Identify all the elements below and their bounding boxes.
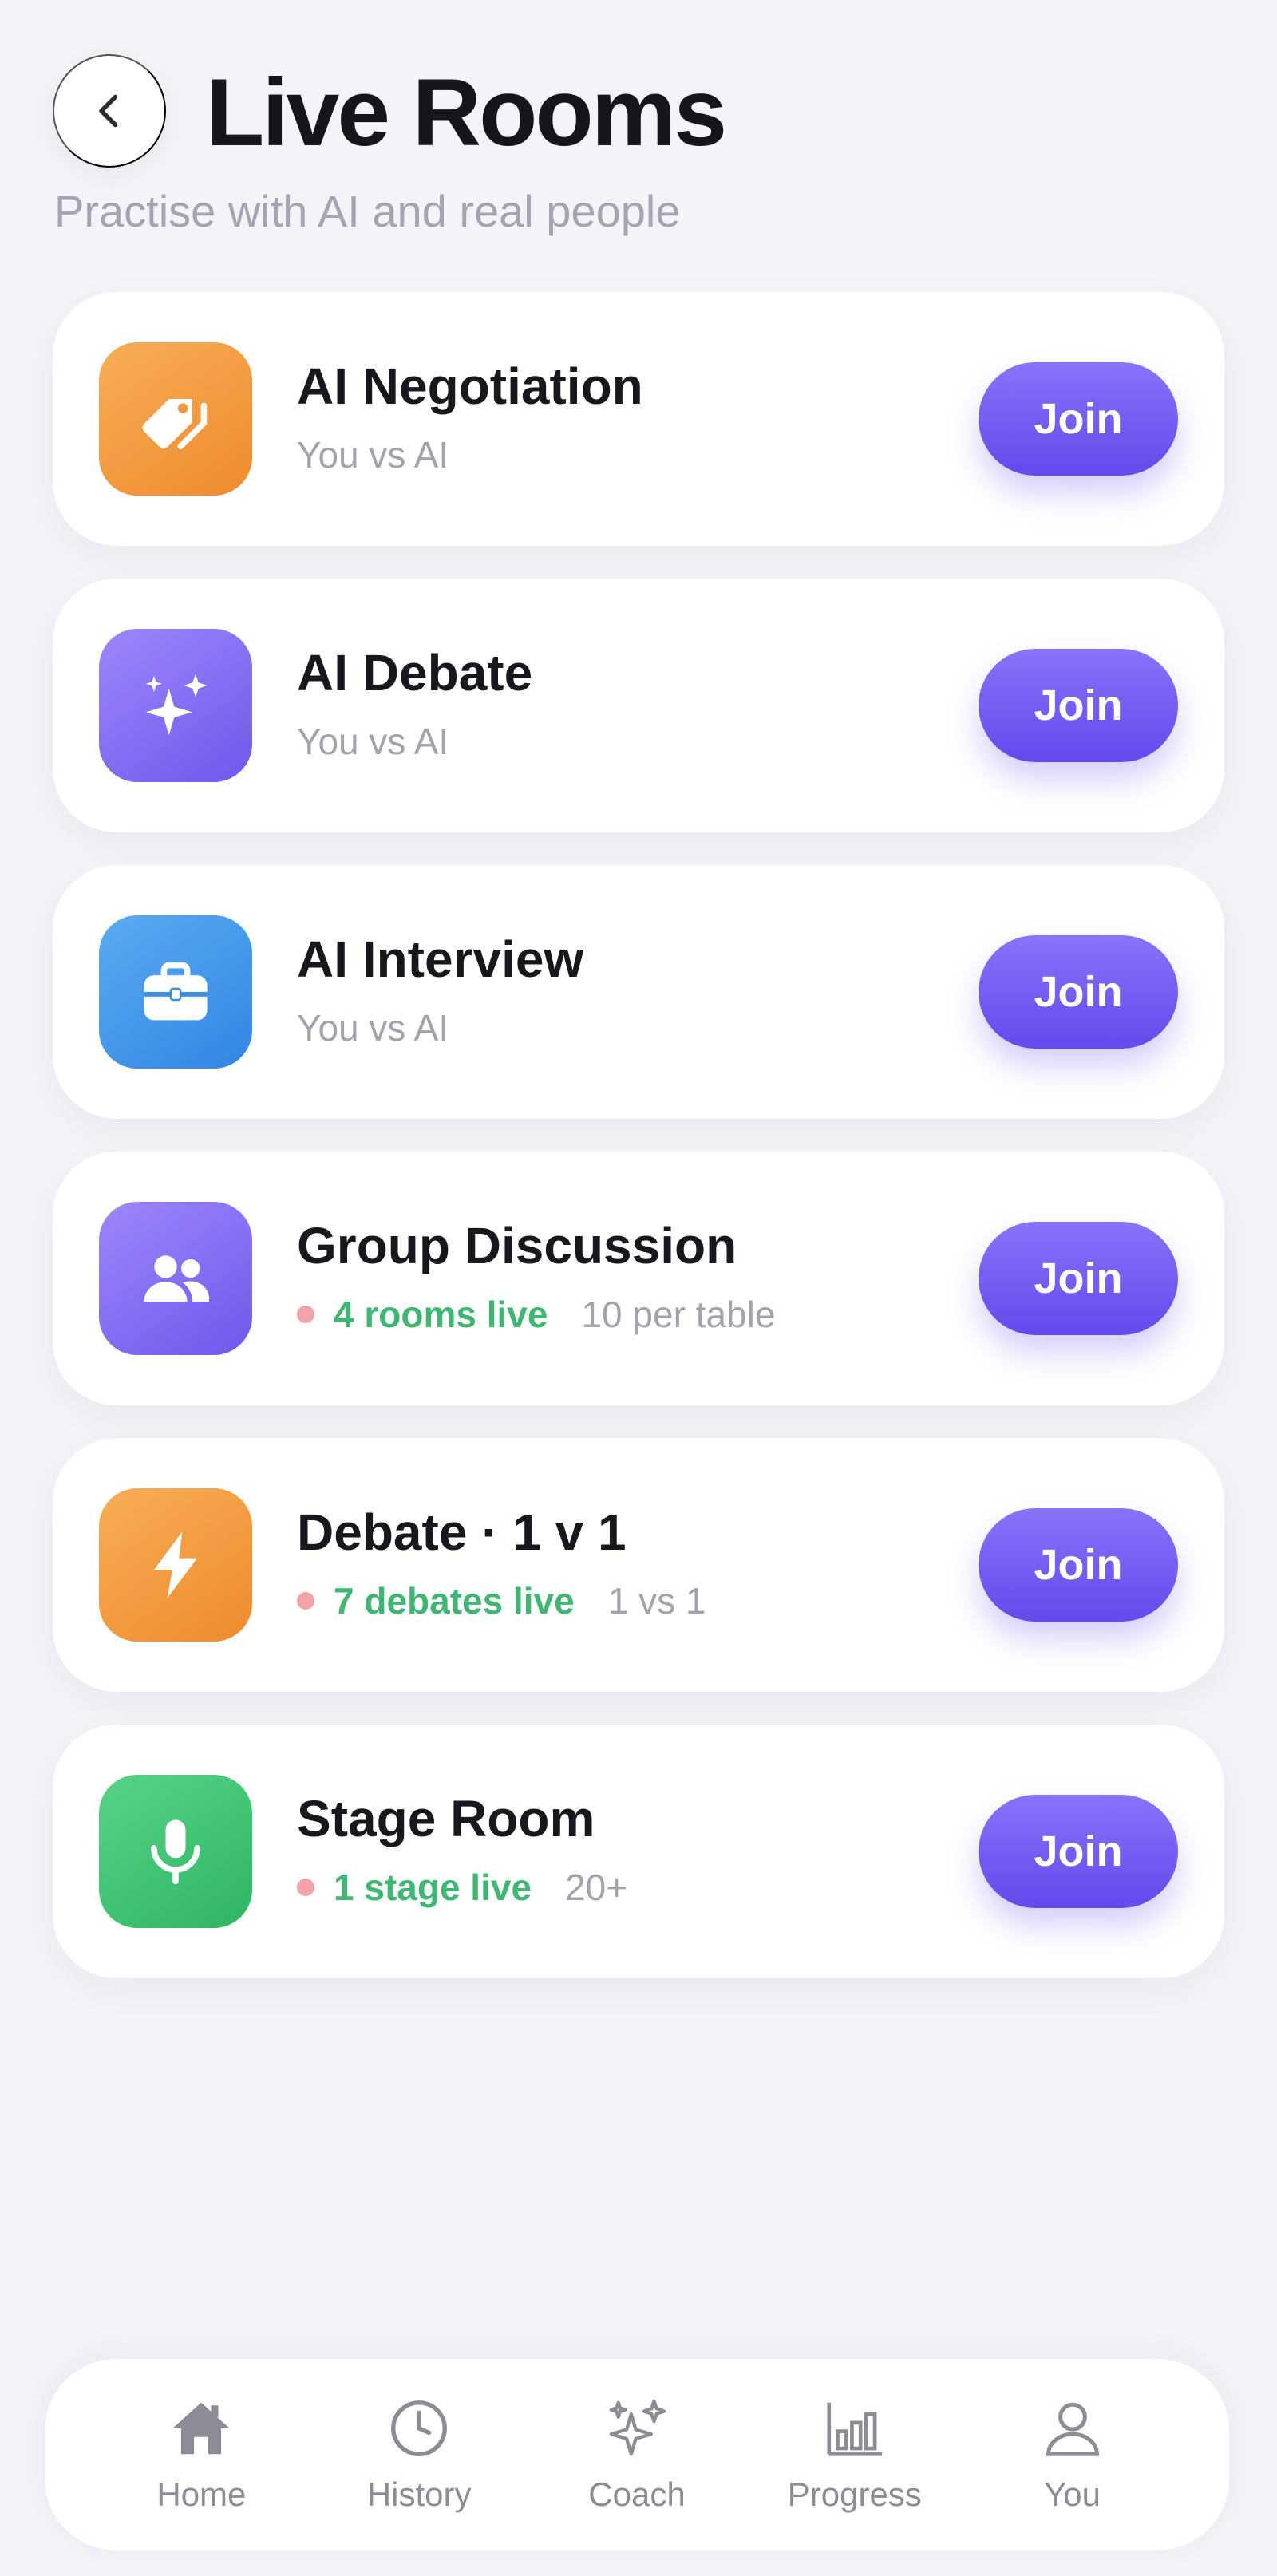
briefcase-icon	[144, 962, 208, 1021]
clock-icon	[391, 2400, 448, 2456]
join-button-group-discussion[interactable]: Join	[979, 1222, 1178, 1335]
room-icon-badge	[99, 1775, 252, 1928]
room-name: Debate · 1 v 1	[297, 1503, 627, 1561]
chevron-left-icon	[99, 94, 118, 128]
room-name: Group Discussion	[297, 1217, 737, 1274]
join-button-debate-1v1[interactable]: Join	[979, 1508, 1178, 1622]
lightning-icon	[153, 1531, 198, 1598]
join-button-stage-room[interactable]: Join	[979, 1795, 1178, 1908]
bar-chart-icon	[827, 2402, 882, 2456]
room-subtitle: You vs AI	[297, 717, 449, 765]
live-indicator-dot	[297, 1879, 314, 1896]
room-card-ai-interview: AI Interview You vs AI Join	[53, 865, 1224, 1119]
room-card-ai-debate: AI Debate You vs AI Join	[53, 579, 1224, 832]
room-name: AI Interview	[297, 930, 584, 988]
page-subtitle: Practise with AI and real people	[54, 186, 681, 236]
home-icon	[172, 2402, 231, 2455]
join-button-ai-interview[interactable]: Join	[979, 935, 1178, 1049]
live-indicator-dot	[297, 1306, 314, 1323]
nav-item-you[interactable]: You	[981, 2394, 1164, 2515]
nav-item-coach[interactable]: Coach	[545, 2394, 729, 2515]
nav-label: Home	[156, 2475, 247, 2513]
room-subtitle: 4 rooms live 10 per table	[297, 1290, 775, 1338]
room-subtitle-text: You vs AI	[297, 1007, 449, 1049]
bottom-nav: Home History Coach Progress You	[45, 2359, 1229, 2550]
room-name: Stage Room	[297, 1790, 595, 1847]
room-capacity: 10 per table	[581, 1294, 776, 1335]
join-button-ai-negotiation[interactable]: Join	[979, 362, 1178, 476]
tag-icon	[142, 399, 208, 449]
join-button-ai-debate[interactable]: Join	[979, 649, 1178, 762]
room-card-group-discussion: Group Discussion 4 rooms live 10 per tab…	[53, 1152, 1224, 1405]
room-card-ai-negotiation: AI Negotiation You vs AI Join	[53, 292, 1224, 546]
nav-label: You	[1044, 2475, 1101, 2513]
room-capacity: 20+	[565, 1867, 628, 1908]
room-card-stage-room: Stage Room 1 stage live 20+ Join	[53, 1725, 1224, 1978]
nav-label: History	[366, 2475, 472, 2513]
users-icon	[144, 1255, 210, 1302]
live-count: 7 debates live	[334, 1580, 575, 1622]
microphone-icon	[151, 1819, 200, 1885]
room-name: AI Negotiation	[297, 358, 643, 415]
room-icon-badge	[99, 1202, 252, 1355]
page-title: Live Rooms	[206, 59, 727, 166]
room-subtitle: 1 stage live 20+	[297, 1863, 627, 1911]
room-capacity: 1 vs 1	[607, 1580, 706, 1622]
sparkles-icon	[145, 674, 208, 736]
nav-label: Coach	[588, 2475, 686, 2513]
nav-label: Progress	[787, 2475, 922, 2513]
room-name: AI Debate	[297, 644, 533, 701]
live-count: 4 rooms live	[334, 1294, 548, 1335]
room-icon-badge	[99, 342, 252, 496]
nav-item-home[interactable]: Home	[109, 2394, 293, 2515]
room-icon-badge	[99, 915, 252, 1069]
room-subtitle: You vs AI	[297, 1004, 449, 1052]
room-subtitle-text: You vs AI	[297, 434, 449, 476]
room-subtitle: You vs AI	[297, 431, 449, 479]
room-card-debate-1v1: Debate · 1 v 1 7 debates live 1 vs 1 Joi…	[53, 1438, 1224, 1692]
live-count: 1 stage live	[334, 1867, 532, 1908]
sparkles-icon	[609, 2399, 666, 2456]
live-indicator-dot	[297, 1592, 314, 1610]
back-button[interactable]	[53, 54, 166, 168]
room-icon-badge	[99, 1488, 252, 1642]
room-icon-badge	[99, 629, 252, 782]
room-list: AI Negotiation You vs AI Join AI Debate …	[53, 292, 1224, 2011]
room-subtitle-text: You vs AI	[297, 721, 449, 762]
nav-item-progress[interactable]: Progress	[763, 2394, 947, 2515]
nav-item-history[interactable]: History	[327, 2394, 511, 2515]
user-icon	[1046, 2402, 1099, 2456]
room-subtitle: 7 debates live 1 vs 1	[297, 1577, 706, 1625]
live-rooms-screen: Live Rooms Practise with AI and real peo…	[0, 0, 1277, 2576]
